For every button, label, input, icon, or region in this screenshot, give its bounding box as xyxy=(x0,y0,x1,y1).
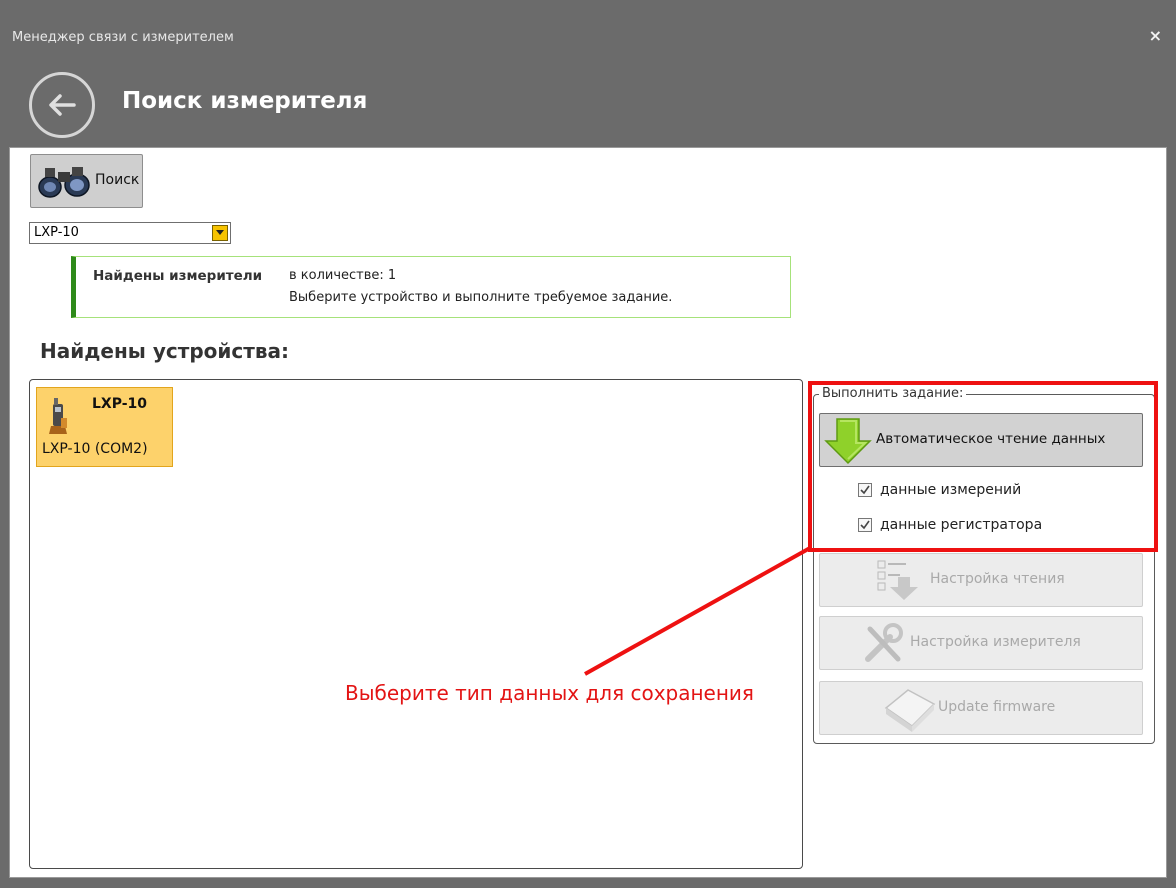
app-window: Менеджер связи с измерителем × Поиск изм… xyxy=(0,0,1176,888)
annotation-text: Выберите тип данных для сохранения xyxy=(345,681,754,705)
annotation-pointer-line xyxy=(584,546,811,676)
